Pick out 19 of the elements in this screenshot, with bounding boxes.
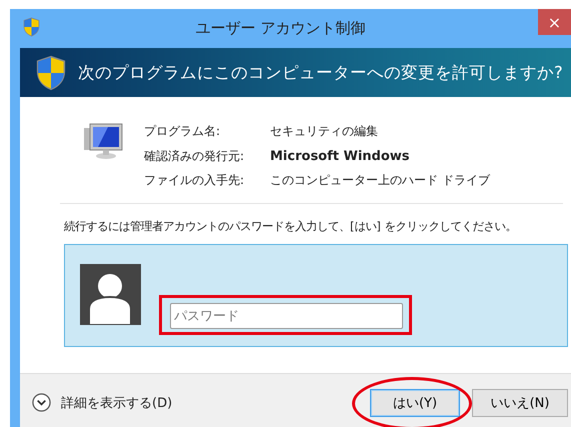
close-button[interactable]: ×	[538, 9, 571, 35]
chevron-icon	[32, 393, 51, 412]
shield-icon	[36, 54, 66, 90]
detail-value: このコンピューター上のハード ドライブ	[270, 172, 490, 190]
password-field[interactable]: パスワード	[170, 303, 403, 329]
window-title: ユーザー アカウント制御	[196, 19, 366, 38]
dialog-question: 次のプログラムにこのコンピューターへの変更を許可しますか?	[78, 62, 563, 84]
detail-value: Microsoft Windows	[270, 148, 411, 166]
detail-value: セキュリティの編集	[270, 123, 379, 140]
detail-label: プログラム名:	[144, 123, 222, 140]
detail-label: ファイルの入手先:	[144, 172, 246, 190]
shield-icon	[23, 17, 40, 37]
dialog-button[interactable]: いいえ(N)	[472, 388, 568, 416]
computer-icon	[82, 122, 124, 160]
detail-label: 確認済みの発行元:	[144, 148, 246, 165]
dialog-button[interactable]: はい(Y)	[370, 388, 460, 416]
user-avatar-icon	[80, 264, 141, 325]
details-toggle[interactable]: 詳細を表示する(D)	[32, 393, 172, 412]
instruction-text: 続行するには管理者アカウントのパスワードを入力して、[はい] をクリックしてください。	[64, 219, 518, 234]
